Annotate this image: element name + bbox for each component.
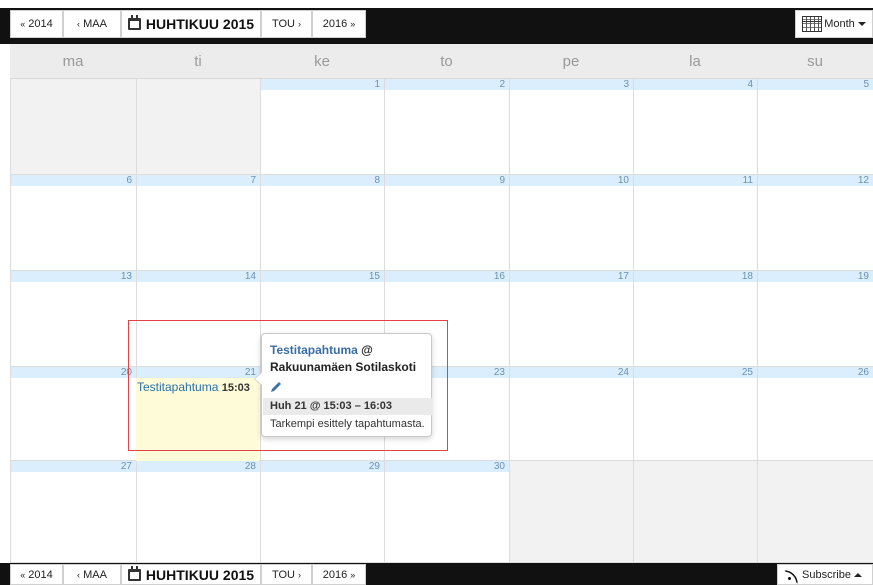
tooltip-time: Huh 21 @ 15:03 – 16:03 (263, 398, 432, 415)
weekday-pe: pe (562, 53, 580, 70)
next-year-button[interactable]: 2016 » (312, 10, 366, 38)
day-number[interactable]: 10 (510, 175, 633, 186)
next-month-button-bottom[interactable]: TOU › (261, 564, 312, 585)
day-cell[interactable]: 10 (509, 175, 633, 271)
double-chevron-left-icon: « (20, 569, 26, 580)
day-cell-outside-month (633, 461, 757, 563)
tooltip-description: Tarkempi esittely tapahtumasta. (270, 418, 425, 430)
day-number[interactable]: 15 (261, 271, 384, 282)
month-view-icon (802, 16, 823, 32)
day-number[interactable]: 12 (758, 175, 873, 186)
weekday-ma: ma (62, 53, 84, 70)
double-chevron-right-icon: » (350, 569, 356, 580)
day-number[interactable]: 17 (510, 271, 633, 282)
pencil-icon[interactable] (270, 381, 282, 393)
day-number[interactable]: 25 (634, 367, 757, 378)
month-title-button-bottom[interactable]: HUHTIKUU 2015 (121, 564, 261, 585)
day-number[interactable]: 18 (634, 271, 757, 282)
next-year-button-bottom[interactable]: 2016 » (312, 564, 366, 585)
month-title-button[interactable]: HUHTIKUU 2015 (121, 10, 261, 38)
day-cell[interactable]: 20 (10, 367, 136, 461)
calendar-icon (127, 565, 141, 581)
day-cell[interactable]: 28 (136, 461, 260, 563)
weekday-la: la (689, 53, 701, 70)
weekday-ti: ti (194, 53, 202, 70)
day-cell[interactable]: 2 (384, 79, 509, 175)
day-cell[interactable]: 11 (633, 175, 757, 271)
day-number[interactable]: 5 (758, 79, 873, 90)
tooltip-location: Rakuunamäen Sotilaskoti (270, 360, 417, 374)
day-cell[interactable]: 9 (384, 175, 509, 271)
day-number[interactable]: 19 (758, 271, 873, 282)
next-month-button[interactable]: TOU › (261, 10, 312, 38)
caret-up-icon (853, 572, 862, 577)
day-cell[interactable]: 4 (633, 79, 757, 175)
prev-year-button[interactable]: « 2014 (10, 10, 63, 38)
chevron-right-icon: › (298, 19, 302, 29)
day-cell[interactable]: 17 (509, 271, 633, 367)
chevron-right-icon: › (298, 569, 302, 580)
day-cell[interactable]: 13 (10, 271, 136, 367)
prev-month-button[interactable]: ‹ MAA (63, 10, 121, 38)
day-cell[interactable]: 24 (509, 367, 633, 461)
day-number[interactable]: 3 (510, 79, 633, 90)
day-number[interactable]: 1 (261, 79, 384, 90)
day-cell[interactable]: 3 (509, 79, 633, 175)
event-tooltip: Testitapahtuma @ Rakuunamäen Sotilaskoti… (254, 333, 432, 437)
view-selector-button[interactable]: Month (795, 10, 873, 38)
day-cell[interactable]: 30 (384, 461, 509, 563)
day-cell-outside-month (10, 79, 136, 175)
day-number[interactable]: 26 (758, 367, 873, 378)
day-number[interactable]: 4 (634, 79, 757, 90)
chevron-left-icon: ‹ (77, 19, 81, 29)
day-cell[interactable]: 18 (633, 271, 757, 367)
prev-year-button-bottom[interactable]: « 2014 (10, 564, 63, 585)
day-number[interactable]: 9 (385, 175, 509, 186)
day-cell[interactable]: 5 (757, 79, 873, 175)
double-chevron-right-icon: » (350, 19, 356, 29)
day-number[interactable]: 24 (510, 367, 633, 378)
day-number[interactable]: 2 (385, 79, 509, 90)
double-chevron-left-icon: « (20, 19, 26, 29)
day-cell-outside-month (757, 461, 873, 563)
day-cell[interactable]: 1 (260, 79, 384, 175)
calendar-icon (127, 15, 141, 30)
day-number[interactable]: 7 (137, 175, 260, 186)
weekday-su: su (807, 53, 823, 70)
day-number[interactable]: 27 (11, 461, 136, 472)
prev-month-button-bottom[interactable]: ‹ MAA (63, 564, 121, 585)
weekday-ke: ke (314, 53, 330, 70)
day-number[interactable]: 16 (385, 271, 509, 282)
tooltip-title: Testitapahtuma @ Rakuunamäen Sotilaskoti (270, 343, 417, 374)
day-cell[interactable]: 26 (757, 367, 873, 461)
chevron-left-icon: ‹ (77, 569, 81, 580)
day-cell[interactable]: 29 (260, 461, 384, 563)
day-number[interactable]: 14 (137, 271, 260, 282)
day-number[interactable]: 28 (137, 461, 260, 472)
day-cell[interactable]: 7 (136, 175, 260, 271)
day-cell[interactable]: 19 (757, 271, 873, 367)
day-number[interactable]: 13 (11, 271, 136, 282)
subscribe-button[interactable]: Subscribe (777, 564, 873, 585)
day-number[interactable]: 11 (634, 175, 757, 186)
day-number[interactable]: 8 (261, 175, 384, 186)
caret-down-icon (857, 22, 866, 26)
weekday-to: to (440, 53, 453, 70)
day-number[interactable]: 20 (11, 367, 136, 378)
day-number[interactable]: 30 (385, 461, 509, 472)
tooltip-event-link[interactable]: Testitapahtuma (270, 343, 358, 357)
day-cell[interactable]: 12 (757, 175, 873, 271)
day-number[interactable]: 6 (11, 175, 136, 186)
rss-icon (788, 570, 798, 580)
day-cell-outside-month (509, 461, 633, 563)
day-cell[interactable]: 8 (260, 175, 384, 271)
day-cell-outside-month (136, 79, 260, 175)
day-number[interactable]: 29 (261, 461, 384, 472)
day-cell[interactable]: 25 (633, 367, 757, 461)
day-cell[interactable]: 6 (10, 175, 136, 271)
day-cell[interactable]: 27 (10, 461, 136, 563)
